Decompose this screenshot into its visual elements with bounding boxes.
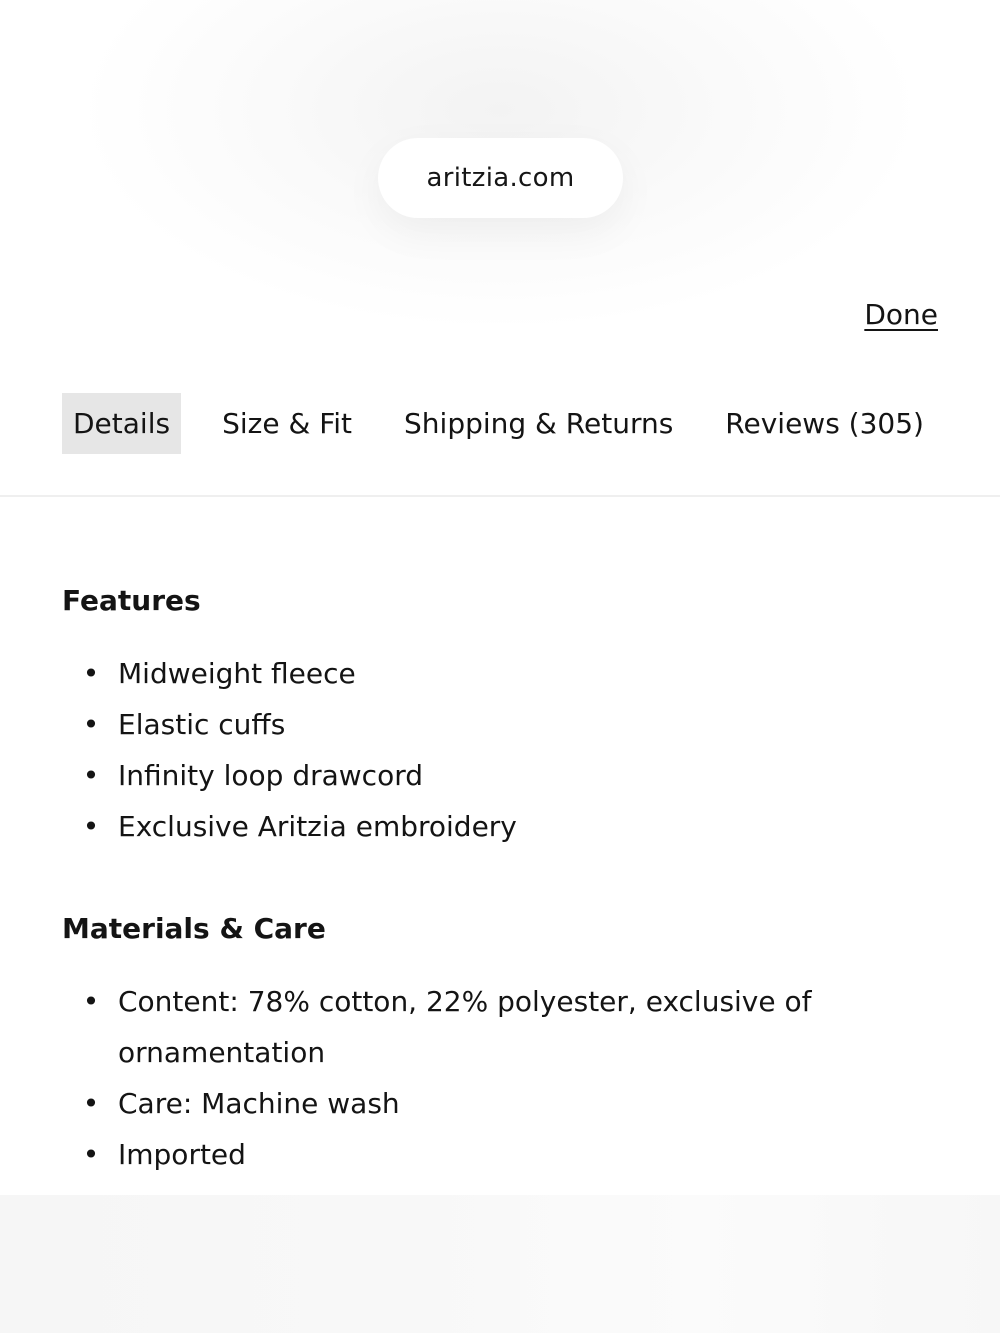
done-button[interactable]: Done [864,298,938,331]
list-item: • Content: 78% cotton, 22% polyester, exc… [80,976,840,1078]
list-item: • Imported [80,1129,840,1180]
browser-top-area: aritzia.com [0,0,1000,330]
bullet-icon: • [82,657,100,690]
materials-care-list: • Content: 78% cotton, 22% polyester, exc… [80,976,840,1180]
features-list: • Midweight fleece • Elastic cuffs • Infini… [80,648,880,852]
list-item-text: Infinity loop drawcord [118,759,423,792]
product-details-sheet: aritzia.com Done Details Size & Fit Ship… [0,0,1000,1333]
list-item: • Exclusive Aritzia embroidery [80,801,880,852]
bullet-icon: • [82,759,100,792]
bullet-icon: • [82,810,100,843]
bottom-fade [0,1195,1000,1333]
tab-bar: Details Size & Fit Shipping & Returns Re… [62,393,935,454]
list-item-text: Midweight fleece [118,657,356,690]
tab-label: Reviews (305) [725,407,924,440]
bullet-icon: • [82,985,100,1018]
tab-details[interactable]: Details [62,393,182,454]
materials-care-heading: Materials & Care [62,912,326,945]
list-item: • Care: Machine wash [80,1078,840,1129]
tab-label: Details [73,407,171,440]
list-item-text: Elastic cuffs [118,708,286,741]
tab-label: Shipping & Returns [404,407,674,440]
list-item-text: Exclusive Aritzia embroidery [118,810,517,843]
tab-reviews[interactable]: Reviews (305) [714,393,935,454]
list-item-text: Imported [118,1138,246,1171]
bullet-icon: • [82,1087,100,1120]
tab-size-fit[interactable]: Size & Fit [211,393,363,454]
tab-divider [0,495,1000,497]
bullet-icon: • [82,1138,100,1171]
bullet-icon: • [82,708,100,741]
features-heading: Features [62,584,201,617]
tab-shipping-returns[interactable]: Shipping & Returns [393,393,684,454]
list-item-text: Care: Machine wash [118,1087,400,1120]
list-item-text: Content: 78% cotton, 22% polyester, excl… [118,985,812,1069]
list-item: • Elastic cuffs [80,699,880,750]
url-bar[interactable]: aritzia.com [378,138,623,218]
tab-label: Size & Fit [222,407,353,440]
url-text: aritzia.com [426,163,575,193]
list-item: • Midweight fleece [80,648,880,699]
list-item: • Infinity loop drawcord [80,750,880,801]
